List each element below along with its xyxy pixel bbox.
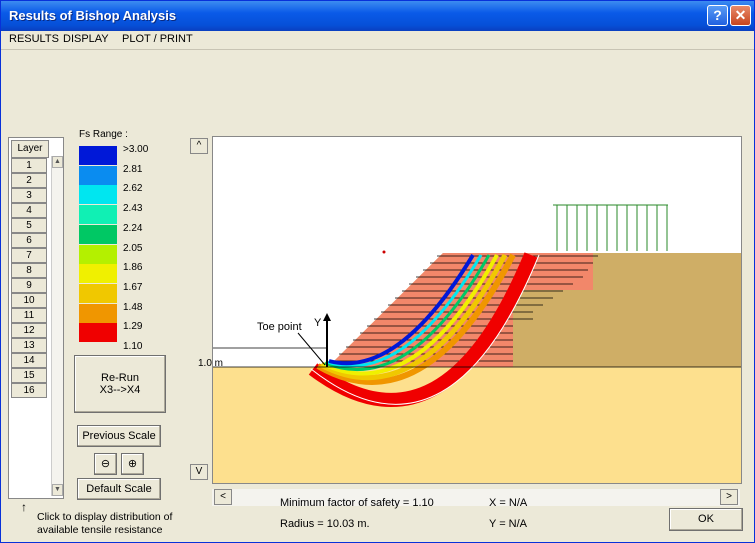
legend-label: 1.29: [123, 321, 143, 333]
legend-swatch: [79, 224, 117, 244]
y-axis-label: Y: [314, 317, 322, 329]
radius-value: Radius = 10.03 m.: [280, 518, 370, 530]
layer-header: Layer: [11, 140, 49, 158]
legend-title: Fs Range :: [79, 129, 128, 140]
legend-swatch: [79, 165, 117, 185]
toe-point-label: Toe point: [257, 321, 302, 333]
legend-swatch: [79, 244, 117, 264]
previous-scale-button[interactable]: Previous Scale: [77, 425, 161, 447]
layer-button[interactable]: 15: [11, 368, 47, 383]
hint-text-2: available tensile resistance: [37, 524, 163, 536]
legend-label: 1.86: [123, 262, 143, 274]
default-scale-button[interactable]: Default Scale: [77, 478, 161, 500]
legend-swatch: [79, 303, 117, 323]
hint-text-1: Click to display distribution of: [37, 511, 173, 523]
foundation-soil: [213, 367, 741, 483]
surcharge-load-icon: [553, 204, 668, 251]
layer-button[interactable]: 3: [11, 188, 47, 203]
menu-plot-print[interactable]: PLOT / PRINT: [122, 33, 193, 45]
layer-scrollbar[interactable]: ▲ ▼: [51, 156, 63, 496]
center-point: [382, 250, 386, 254]
layer-button[interactable]: 2: [11, 173, 47, 188]
y-value: Y = N/A: [489, 518, 528, 530]
menu-bar: RESULTS DISPLAY PLOT / PRINT: [1, 31, 754, 50]
x-value: X = N/A: [489, 497, 528, 509]
legend-label: 2.05: [123, 242, 143, 254]
menu-display[interactable]: DISPLAY: [63, 33, 109, 45]
layer-button[interactable]: 4: [11, 203, 47, 218]
layer-button[interactable]: 7: [11, 248, 47, 263]
layer-button[interactable]: 10: [11, 293, 47, 308]
pan-up-button[interactable]: ^: [190, 138, 208, 154]
legend-label: 1.10: [123, 341, 143, 352]
menu-results[interactable]: RESULTS: [9, 33, 59, 45]
window-title: Results of Bishop Analysis: [9, 8, 177, 23]
hint-arrow-icon: ↑: [21, 500, 27, 514]
legend-label: >3.00: [123, 144, 149, 155]
rerun-label-2: X3-->X4: [99, 384, 141, 396]
layer-button[interactable]: 9: [11, 278, 47, 293]
legend-label: 2.81: [123, 163, 143, 175]
layer-button[interactable]: 6: [11, 233, 47, 248]
slope-plot[interactable]: Toe point Y: [212, 136, 742, 484]
legend-label: 2.43: [123, 203, 143, 215]
legend-label: 2.24: [123, 222, 143, 234]
layer-button[interactable]: 8: [11, 263, 47, 278]
legend-swatch: [79, 146, 117, 165]
layer-list: Layer 1 2 3 4 5 6 7 8 9 10 11 12 13 14 15 16 ▲ ▼: [8, 137, 64, 499]
ok-button[interactable]: OK: [669, 508, 743, 531]
bishop-results-window: Results of Bishop Analysis ? ✕ RESULTS D…: [0, 0, 755, 543]
min-factor-of-safety: Minimum factor of safety = 1.10: [280, 497, 434, 509]
layer-button[interactable]: 1: [11, 158, 47, 173]
legend-swatch: [79, 264, 117, 284]
rerun-label-1: Re-Run: [101, 372, 139, 384]
dimension-label: 1.0 m: [198, 358, 224, 369]
toe-pointer-line: [297, 332, 326, 366]
rerun-button[interactable]: Re-Run X3-->X4: [74, 355, 166, 413]
legend-swatch: [79, 283, 117, 303]
pan-left-button[interactable]: <: [214, 489, 232, 505]
slope-diagram: Toe point Y: [213, 204, 741, 483]
layer-button[interactable]: 16: [11, 383, 47, 398]
close-button[interactable]: ✕: [730, 5, 751, 26]
y-axis-arrow-icon: [323, 313, 331, 321]
layer-button[interactable]: 5: [11, 218, 47, 233]
help-button[interactable]: ?: [707, 5, 728, 26]
legend-swatch: [79, 323, 117, 343]
layer-button[interactable]: 13: [11, 338, 47, 353]
legend-label: 2.62: [123, 183, 143, 195]
legend-swatch: [79, 185, 117, 205]
legend-label: 1.48: [123, 301, 143, 313]
scroll-down-arrow-icon[interactable]: ▼: [52, 484, 63, 496]
zoom-in-icon[interactable]: ⊕: [121, 453, 144, 475]
layer-button[interactable]: 14: [11, 353, 47, 368]
layer-button[interactable]: 12: [11, 323, 47, 338]
pan-right-button[interactable]: >: [720, 489, 738, 505]
zoom-out-icon[interactable]: ⊖: [94, 453, 117, 475]
scroll-up-arrow-icon[interactable]: ▲: [52, 156, 63, 168]
title-bar[interactable]: Results of Bishop Analysis ? ✕: [1, 1, 754, 31]
pan-down-button[interactable]: V: [190, 464, 208, 480]
legend-swatch: [79, 205, 117, 225]
layer-button[interactable]: 11: [11, 308, 47, 323]
legend-label: 1.67: [123, 281, 143, 293]
